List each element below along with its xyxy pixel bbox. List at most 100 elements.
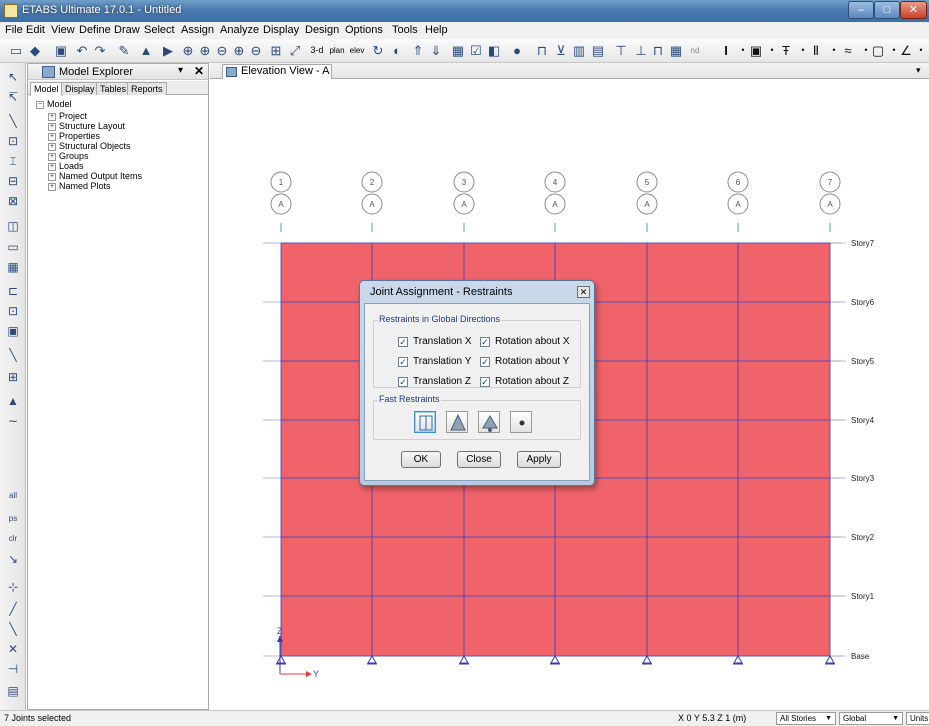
plan-button[interactable]: plan xyxy=(327,42,347,59)
3d-view-icon[interactable]: ⊞ xyxy=(268,42,284,59)
grid-icon[interactable]: ▦ xyxy=(450,42,466,59)
snap-intersect-icon[interactable]: ✕ xyxy=(5,641,21,657)
draw-column-icon[interactable]: ⌶ xyxy=(5,153,21,169)
snap-line-icon[interactable]: ╱ xyxy=(5,601,21,617)
tree-node-named-output-items[interactable]: + Named Output Items xyxy=(48,171,142,181)
elev-button[interactable]: elev xyxy=(347,42,367,59)
ok-button[interactable]: OK xyxy=(401,451,441,468)
snap-point-icon[interactable]: ⊹ xyxy=(5,579,21,595)
dropdown-icon[interactable]: • xyxy=(913,42,929,59)
down-level-icon[interactable]: ⇓ xyxy=(428,42,444,59)
roller-support-icon[interactable] xyxy=(478,411,500,433)
snap-mid-icon[interactable]: ╲ xyxy=(5,621,21,637)
draw-wall-icon[interactable]: ⊏ xyxy=(5,283,21,299)
3d-text-button[interactable]: 3-d xyxy=(307,42,327,59)
nd-button[interactable]: nd xyxy=(686,42,704,59)
maximize-button[interactable]: □ xyxy=(874,1,900,19)
undo-icon[interactable]: ↶ xyxy=(74,42,90,59)
wall-icon[interactable]: ▣ xyxy=(748,42,764,59)
expand-icon[interactable]: + xyxy=(48,162,56,171)
minimize-button[interactable]: – xyxy=(848,1,874,19)
select-previous-icon[interactable]: ps xyxy=(5,511,21,527)
checkbox-check-icon[interactable]: ✓ xyxy=(398,337,408,347)
tree-node-structural-objects[interactable]: + Structural Objects xyxy=(48,141,131,151)
translation-z-checkbox[interactable]: ✓ Translation Z xyxy=(398,376,471,387)
select-pointer-icon[interactable]: ↖ xyxy=(5,69,21,85)
menu-draw[interactable]: Draw xyxy=(114,24,140,36)
clear-selection-icon[interactable]: clr xyxy=(5,531,21,547)
lock-icon[interactable]: ▲ xyxy=(138,42,154,59)
pencil-icon[interactable]: ✎ xyxy=(116,42,132,59)
translation-y-checkbox[interactable]: ✓ Translation Y xyxy=(398,356,471,367)
menu-tools[interactable]: Tools xyxy=(392,24,418,36)
pinned-support-icon[interactable] xyxy=(446,411,468,433)
set-display-icon[interactable]: ◐ xyxy=(389,42,405,59)
tab-elevation-view-a[interactable]: Elevation View - A xyxy=(222,64,332,79)
checkbox-check-icon[interactable]: ✓ xyxy=(480,337,490,347)
draw-beam-icon[interactable]: ⊟ xyxy=(5,173,21,189)
menu-edit[interactable]: Edit xyxy=(26,24,45,36)
expand-icon[interactable]: + xyxy=(48,132,56,141)
joint-icon[interactable]: ⊤ xyxy=(613,42,629,59)
beam-icon[interactable]: I xyxy=(718,42,734,59)
draw-grid-icon[interactable]: ⊞ xyxy=(5,369,21,385)
draw-floor-icon[interactable]: ◫ xyxy=(5,218,21,234)
moment-icon[interactable]: ⊓ xyxy=(650,42,666,59)
checkbox-icon[interactable]: ☑ xyxy=(468,42,484,59)
close-window-button[interactable]: ✕ xyxy=(900,1,927,19)
tree-node-structure-layout[interactable]: + Structure Layout xyxy=(48,121,125,131)
apply-button[interactable]: Apply xyxy=(517,451,561,468)
reshape-icon[interactable]: ↸ xyxy=(5,89,21,105)
explorer-pin-icon[interactable]: ▾ xyxy=(178,65,183,76)
menu-file[interactable]: File xyxy=(5,24,23,36)
menu-select[interactable]: Select xyxy=(144,24,175,36)
rotation-y-checkbox[interactable]: ✓ Rotation about Y xyxy=(480,356,569,367)
draw-link-icon[interactable]: ╲ xyxy=(5,347,21,363)
brace-icon[interactable]: Ⅱ xyxy=(808,42,824,59)
snap-icon[interactable]: ↘ xyxy=(5,551,21,567)
zoom-prev-icon[interactable]: ⊖ xyxy=(248,42,264,59)
draw-wave-icon[interactable]: ∼ xyxy=(5,413,21,429)
new-icon[interactable]: ▭ xyxy=(8,42,24,59)
zoom-window-icon[interactable]: ⊕ xyxy=(180,42,196,59)
shell-icon[interactable]: ⊻ xyxy=(553,42,569,59)
tree-node-loads[interactable]: + Loads xyxy=(48,161,84,171)
checkbox-check-icon[interactable]: ✓ xyxy=(480,377,490,387)
draw-tendon-icon[interactable]: ▲ xyxy=(5,393,21,409)
expand-icon[interactable]: + xyxy=(48,122,56,131)
tab-tables[interactable]: Tables xyxy=(96,82,131,95)
fixed-support-icon[interactable] xyxy=(414,411,436,433)
expand-icon[interactable]: + xyxy=(48,112,56,121)
frame-icon[interactable]: ⊓ xyxy=(534,42,550,59)
bar-chart-icon[interactable]: ▥ xyxy=(571,42,587,59)
close-button[interactable]: Close xyxy=(457,451,501,468)
tab-display[interactable]: Display xyxy=(61,82,99,95)
display-icon[interactable]: ▦ xyxy=(668,42,684,59)
expand-icon[interactable]: + xyxy=(48,172,56,181)
object-shrink-icon[interactable]: ◧ xyxy=(486,42,502,59)
story-icon[interactable]: ▤ xyxy=(590,42,606,59)
draw-node-icon[interactable]: ⊡ xyxy=(5,133,21,149)
rotation-x-checkbox[interactable]: ✓ Rotation about X xyxy=(480,336,570,347)
collapse-icon[interactable]: − xyxy=(36,100,44,109)
up-level-icon[interactable]: ⇑ xyxy=(410,42,426,59)
checkbox-check-icon[interactable]: ✓ xyxy=(480,357,490,367)
draw-angle-icon[interactable]: ∠ xyxy=(898,42,914,59)
snap-perp-icon[interactable]: ⊣ xyxy=(5,661,21,677)
menu-view[interactable]: View xyxy=(51,24,75,36)
menu-options[interactable]: Options xyxy=(345,24,383,36)
tree-node-model[interactable]: − Model xyxy=(36,99,72,109)
zoom-out-icon[interactable]: ⊖ xyxy=(214,42,230,59)
tree-node-named-plots[interactable]: + Named Plots xyxy=(48,181,111,191)
translation-x-checkbox[interactable]: ✓ Translation X xyxy=(398,336,472,347)
tree-node-properties[interactable]: + Properties xyxy=(48,131,100,141)
snap-grid-icon[interactable]: ▤ xyxy=(5,683,21,699)
menu-design[interactable]: Design xyxy=(305,24,339,36)
perspective-icon[interactable]: ⤢ xyxy=(287,42,303,59)
rotate-icon[interactable]: ↻ xyxy=(370,42,386,59)
pointer-icon[interactable]: ▶ xyxy=(160,42,176,59)
link-icon[interactable]: ≈ xyxy=(840,42,856,59)
tab-reports[interactable]: Reports xyxy=(127,82,167,95)
menu-help[interactable]: Help xyxy=(425,24,448,36)
menu-define[interactable]: Define xyxy=(79,24,111,36)
